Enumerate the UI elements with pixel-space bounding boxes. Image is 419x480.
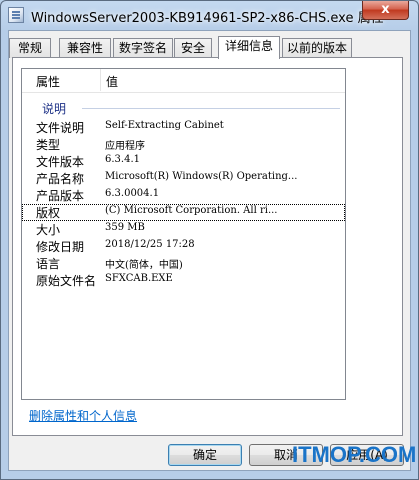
tab-general[interactable]: 常规 [9,38,51,58]
column-header-value[interactable]: 值 [106,73,118,90]
list-item[interactable]: 产品名称 Microsoft(R) Windows(R) Operating..… [22,170,345,187]
list-item[interactable]: 语言 中文(简体，中国) [22,255,345,272]
list-item[interactable]: 文件说明 Self-Extracting Cabinet [22,119,345,136]
list-item[interactable]: 大小 359 MB [22,221,345,238]
property-name: 文件说明 [36,121,85,135]
property-name: 文件版本 [36,155,85,169]
tab-details[interactable]: 详细信息 [218,36,280,59]
tab-compatibility[interactable]: 兼容性 [59,38,111,58]
list-item[interactable]: 原始文件名 SFXCAB.EXE [22,272,345,289]
property-value: 中文(简体，中国) [105,260,183,271]
group-header: 说明 [42,102,67,116]
window-title: WindowsServer2003-KB914961-SP2-x86-CHS.e… [31,11,384,26]
property-name: 产品名称 [36,172,85,186]
details-list[interactable]: 属性 值 说明 文件说明 Self-Extracting Cabinet 类型 … [21,68,346,400]
file-icon [8,7,24,23]
property-value: 6.3.4.1 [105,154,140,165]
list-header: 属性 值 [22,69,345,93]
tab-digital-signatures[interactable]: 数字签名 [113,38,173,58]
property-value: Microsoft(R) Windows(R) Operating... [105,171,298,182]
property-value: SFXCAB.EXE [105,273,173,284]
property-name: 原始文件名 [36,274,97,288]
column-divider[interactable] [100,69,101,91]
list-item[interactable]: 类型 应用程序 [22,136,345,153]
column-header-property[interactable]: 属性 [36,73,60,90]
ok-button[interactable]: 确定 [168,444,242,466]
property-name: 产品版本 [36,189,85,203]
property-value: Self-Extracting Cabinet [105,120,224,131]
property-value: 应用程序 [105,141,145,152]
group-divider [82,108,340,109]
list-item[interactable]: 文件版本 6.3.4.1 [22,153,345,170]
property-name: 修改日期 [36,240,85,254]
list-item[interactable]: 版权 (C) Microsoft Corporation. All ri... [22,204,345,221]
property-name: 类型 [36,138,61,152]
property-value: 6.3.0004.1 [105,188,160,199]
list-item[interactable]: 产品版本 6.3.0004.1 [22,187,345,204]
property-name: 语言 [36,257,61,271]
property-value: 359 MB [105,222,145,233]
tab-previous-versions[interactable]: 以前的版本 [282,38,352,58]
title-bar[interactable]: WindowsServer2003-KB914961-SP2-x86-CHS.e… [1,1,418,29]
property-value: 2018/12/25 17:28 [105,239,195,250]
remove-properties-link[interactable]: 删除属性和个人信息 [29,407,137,424]
close-button[interactable]: x [362,1,409,20]
property-value: (C) Microsoft Corporation. All ri... [105,205,278,216]
tab-security[interactable]: 安全 [174,38,212,58]
property-name: 大小 [36,223,61,237]
watermark-logo: ITMOP.COM [292,442,417,467]
property-name: 版权 [36,206,61,220]
list-item[interactable]: 修改日期 2018/12/25 17:28 [22,238,345,255]
